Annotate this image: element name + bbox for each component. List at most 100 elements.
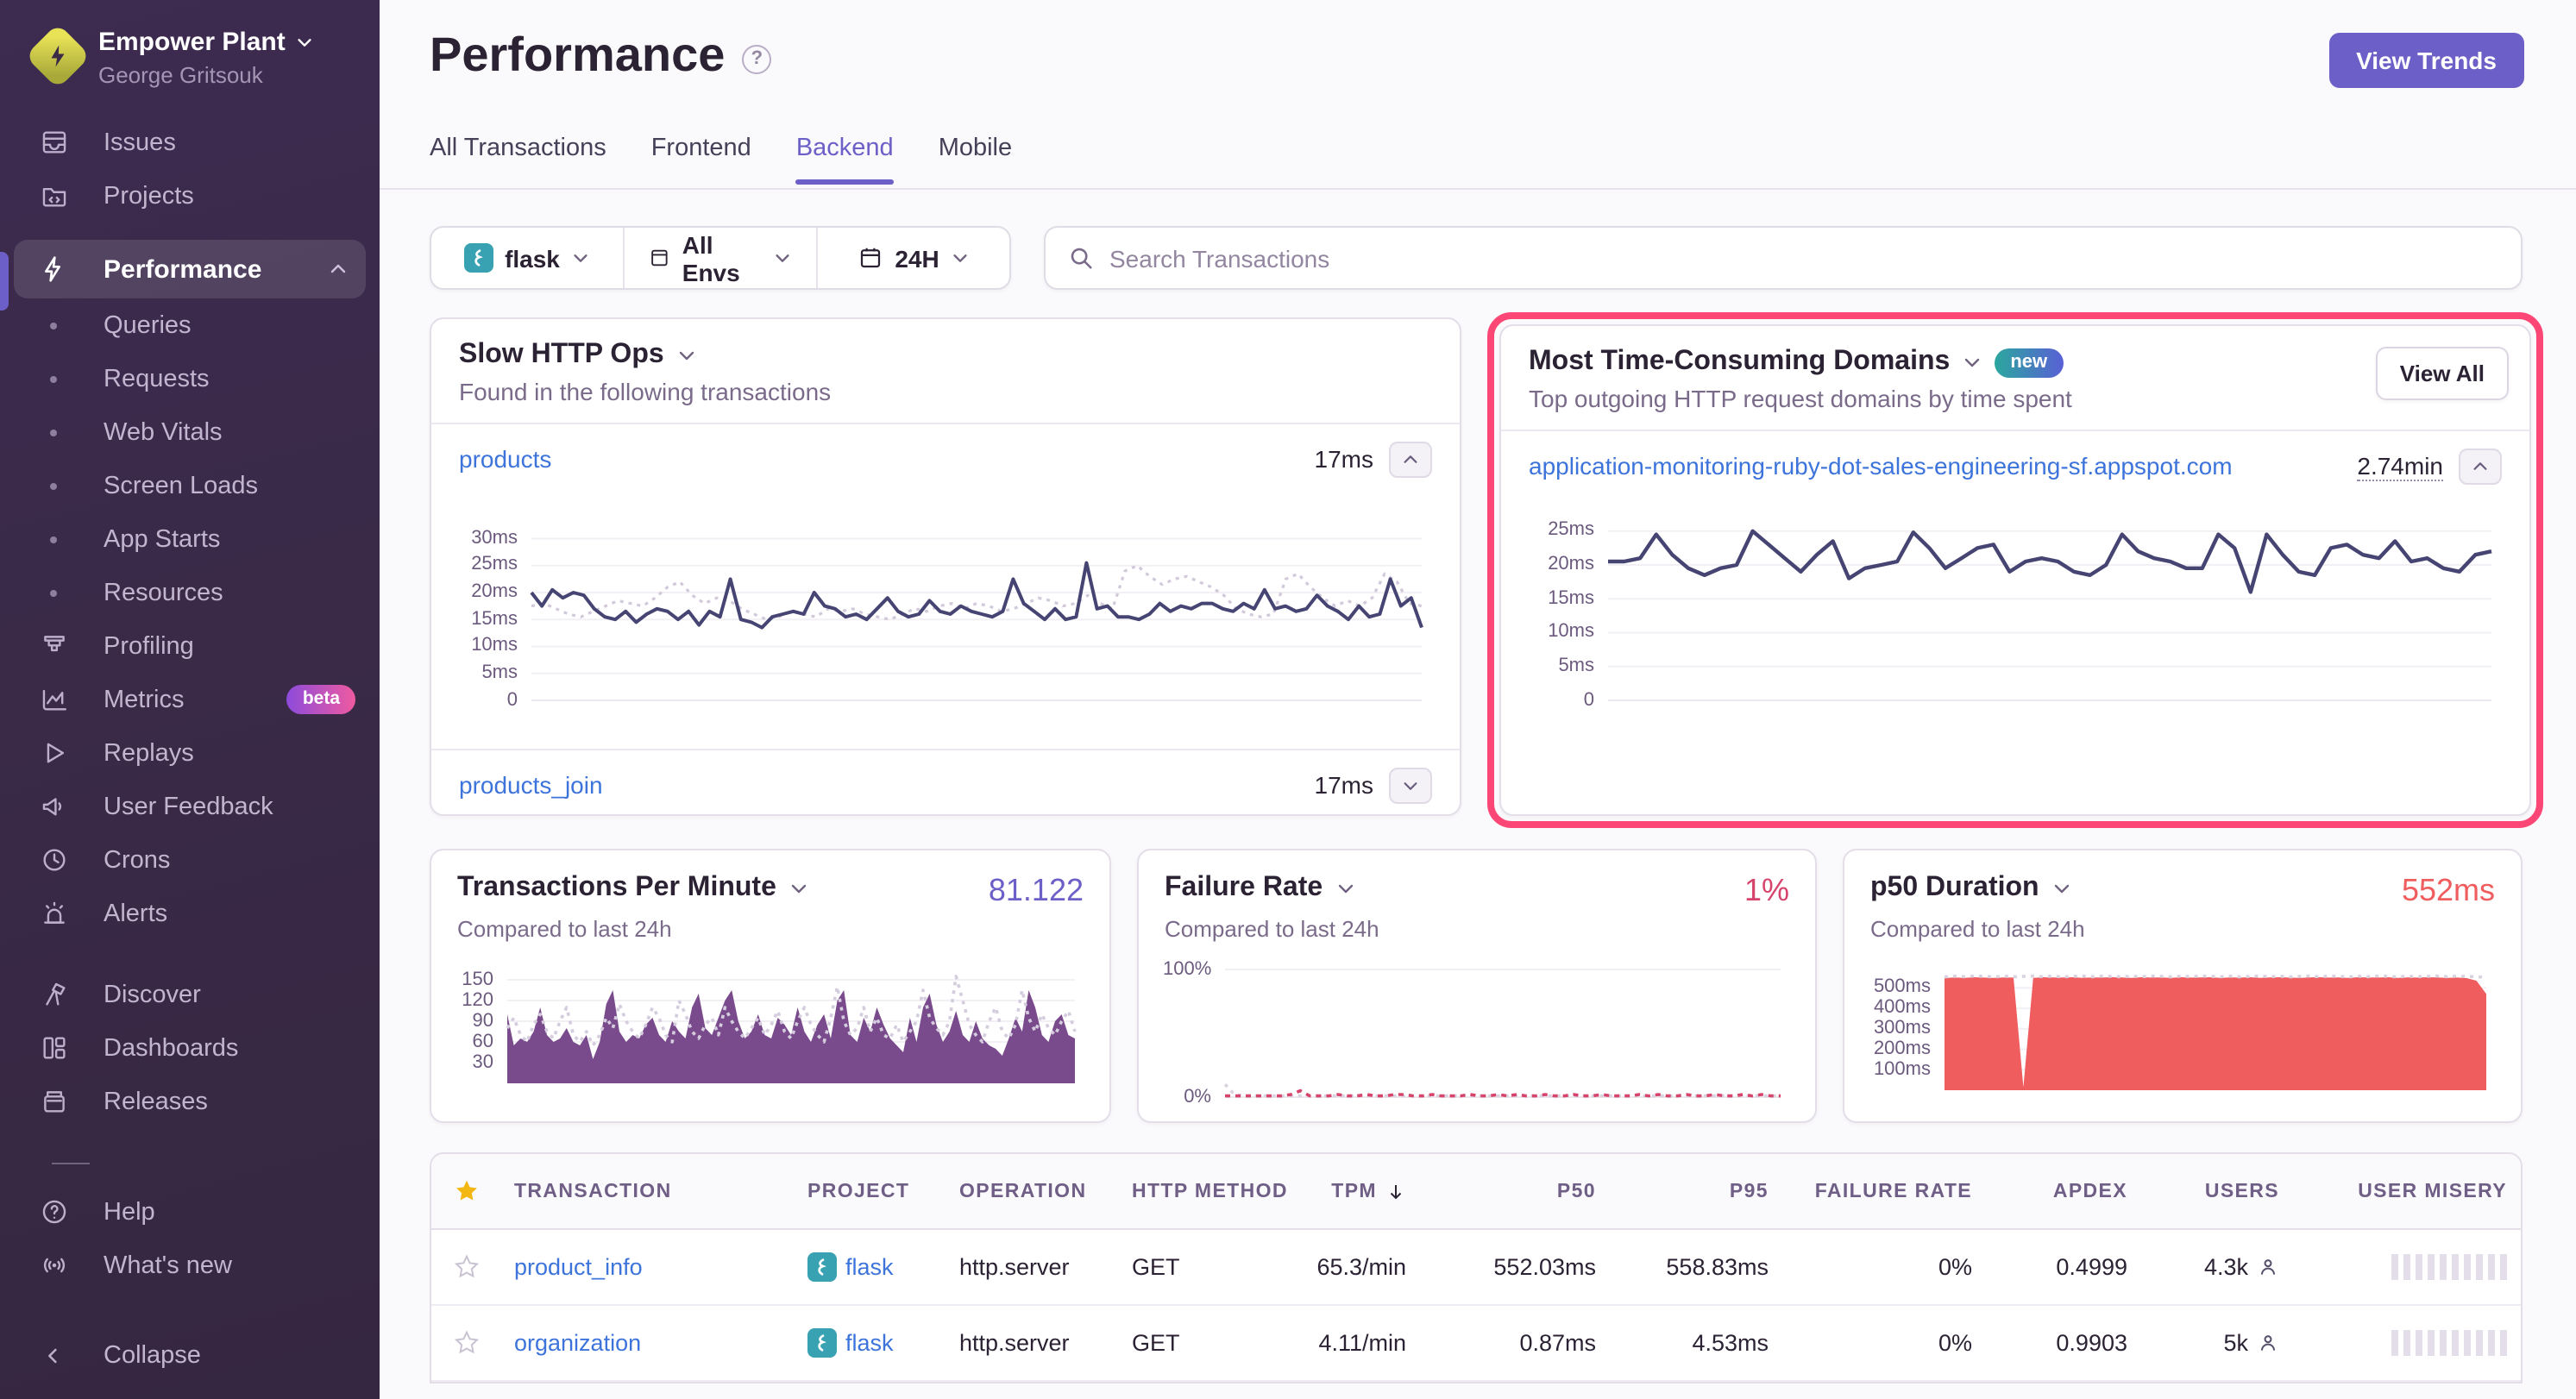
sidebar-item-releases[interactable]: Releases xyxy=(0,1075,380,1128)
slow-http-ops-title[interactable]: Slow HTTP Ops xyxy=(459,340,1432,371)
view-all-button[interactable]: View All xyxy=(2376,347,2509,400)
flask-project-icon xyxy=(807,1328,837,1358)
help-icon xyxy=(38,1197,69,1226)
releases-icon xyxy=(38,1087,69,1116)
chevron-down-icon xyxy=(1962,352,1982,373)
column-header-star xyxy=(431,1178,500,1204)
failure-rate-card: Failure Rate 1% Compared to last 24h 100… xyxy=(1137,849,1817,1123)
collapse-row-button[interactable] xyxy=(2459,448,2502,484)
column-header-http_method[interactable]: HTTP METHOD xyxy=(1118,1181,1273,1201)
row-value: 17ms xyxy=(1315,771,1373,799)
sidebar-item-discover[interactable]: Discover xyxy=(0,968,380,1021)
tab-backend[interactable]: Backend xyxy=(796,135,894,183)
expand-row-button[interactable] xyxy=(1389,767,1432,803)
highlight-outline: Most Time-Consuming Domains new Top outg… xyxy=(1487,312,2543,828)
chevron-down-icon xyxy=(773,248,792,267)
projects-icon xyxy=(38,181,69,210)
sidebar-subitem-app-starts[interactable]: App Starts xyxy=(0,512,380,566)
sidebar-divider xyxy=(52,1163,90,1164)
sidebar-item-dashboards[interactable]: Dashboards xyxy=(0,1021,380,1075)
project-filter[interactable]: flask xyxy=(431,228,623,288)
sidebar-item-feedback[interactable]: User Feedback xyxy=(0,780,380,833)
star-toggle[interactable] xyxy=(453,1254,479,1280)
sidebar-collapse-button[interactable]: Collapse xyxy=(0,1328,380,1382)
star-toggle[interactable] xyxy=(453,1330,479,1356)
view-trends-button[interactable]: View Trends xyxy=(2328,33,2524,88)
date-range-filter[interactable]: 24H xyxy=(816,228,1009,288)
tpm-title[interactable]: Transactions Per Minute xyxy=(457,873,809,904)
feedback-icon xyxy=(38,792,69,821)
p50-cell: 552.03ms xyxy=(1420,1254,1610,1280)
sidebar-item-replays[interactable]: Replays xyxy=(0,726,380,780)
table-row: product_info flask http.server GET 65.3/… xyxy=(431,1230,2521,1306)
column-header-users[interactable]: USERS xyxy=(2141,1181,2293,1201)
search-input[interactable] xyxy=(1109,244,2498,272)
sidebar-item-help[interactable]: Help xyxy=(0,1185,380,1239)
chevron-down-icon xyxy=(789,878,809,899)
project-link[interactable]: flask xyxy=(845,1254,894,1280)
tab-frontend[interactable]: Frontend xyxy=(651,135,751,183)
transaction-link[interactable]: application-monitoring-ruby-dot-sales-en… xyxy=(1529,452,2233,480)
column-header-operation[interactable]: OPERATION xyxy=(946,1181,1118,1201)
failure-rate-title[interactable]: Failure Rate xyxy=(1165,873,1355,904)
sidebar-item-whatsnew[interactable]: What's new xyxy=(0,1239,380,1292)
domains-title[interactable]: Most Time-Consuming Domains new xyxy=(1529,347,2502,378)
http-method-cell: GET xyxy=(1118,1254,1273,1280)
user-misery-bars xyxy=(2391,1254,2507,1280)
tab-mobile[interactable]: Mobile xyxy=(939,135,1012,183)
tab-all-transactions[interactable]: All Transactions xyxy=(430,135,606,183)
column-header-apdex[interactable]: APDEX xyxy=(1986,1181,2141,1201)
sidebar-item-issues[interactable]: Issues xyxy=(0,116,380,169)
transaction-link[interactable]: organization xyxy=(514,1330,641,1356)
transaction-link[interactable]: product_info xyxy=(514,1254,643,1280)
sidebar-item-performance[interactable]: Performance xyxy=(14,240,366,298)
sentry-logo-icon xyxy=(25,23,91,89)
active-nav-indicator xyxy=(0,252,9,311)
sidebar-subitem-queries[interactable]: Queries xyxy=(0,298,380,352)
transaction-link[interactable]: products xyxy=(459,445,551,473)
sidebar-subitem-requests[interactable]: Requests xyxy=(0,352,380,405)
sidebar-item-profiling[interactable]: Profiling xyxy=(0,619,380,673)
sidebar-item-projects[interactable]: Projects xyxy=(0,169,380,223)
project-link[interactable]: flask xyxy=(845,1330,894,1356)
column-header-transaction[interactable]: TRANSACTION xyxy=(500,1181,794,1201)
column-header-tpm[interactable]: TPM xyxy=(1273,1181,1420,1201)
column-header-p95[interactable]: P95 xyxy=(1610,1181,1782,1201)
org-switcher[interactable]: Empower Plant George Gritsouk xyxy=(0,0,380,88)
column-header-failure_rate[interactable]: FAILURE RATE xyxy=(1782,1181,1986,1201)
table-row: organization flask http.server GET 4.11/… xyxy=(431,1306,2521,1382)
p50-duration-title[interactable]: p50 Duration xyxy=(1870,873,2072,904)
flask-project-icon xyxy=(807,1252,837,1282)
chevron-down-icon xyxy=(572,248,591,267)
flask-project-icon xyxy=(463,243,493,273)
sidebar-subitem-resources[interactable]: Resources xyxy=(0,566,380,619)
sidebar-nav: Issues Projects Performance QueriesReque… xyxy=(0,116,380,1292)
transaction-link[interactable]: products_join xyxy=(459,771,603,799)
user-name: George Gritsouk xyxy=(98,62,315,88)
users-cell: 4.3k xyxy=(2141,1254,2293,1280)
project-filter-label: flask xyxy=(505,244,560,272)
sidebar-item-alerts[interactable]: Alerts xyxy=(0,887,380,940)
slow-http-ops-chart: 30ms25ms20ms15ms10ms5ms0 xyxy=(459,518,1432,711)
column-header-project[interactable]: PROJECT xyxy=(794,1181,946,1201)
bullet-icon xyxy=(38,482,69,489)
sidebar-item-metrics[interactable]: Metricsbeta xyxy=(0,673,380,726)
page-filter-bar: flask All Envs 24H xyxy=(430,226,1011,290)
bullet-icon xyxy=(38,322,69,329)
user-icon xyxy=(2257,1332,2279,1354)
whatsnew-icon xyxy=(38,1251,69,1280)
chevron-down-icon xyxy=(952,248,971,267)
operation-cell: http.server xyxy=(946,1254,1118,1280)
environment-filter[interactable]: All Envs xyxy=(623,228,816,288)
p50-cell: 0.87ms xyxy=(1420,1330,1610,1356)
sidebar-subitem-screen-loads[interactable]: Screen Loads xyxy=(0,459,380,512)
tpm-cell: 4.11/min xyxy=(1273,1330,1420,1356)
sidebar-item-crons[interactable]: Crons xyxy=(0,833,380,887)
help-icon[interactable]: ? xyxy=(742,44,771,73)
column-header-user_misery[interactable]: USER MISERY xyxy=(2293,1181,2521,1201)
collapse-row-button[interactable] xyxy=(1389,441,1432,477)
p95-cell: 558.83ms xyxy=(1610,1254,1782,1280)
column-header-p50[interactable]: P50 xyxy=(1420,1181,1610,1201)
sidebar-subitem-web-vitals[interactable]: Web Vitals xyxy=(0,405,380,459)
most-time-consuming-domains-card: Most Time-Consuming Domains new Top outg… xyxy=(1499,324,2531,816)
